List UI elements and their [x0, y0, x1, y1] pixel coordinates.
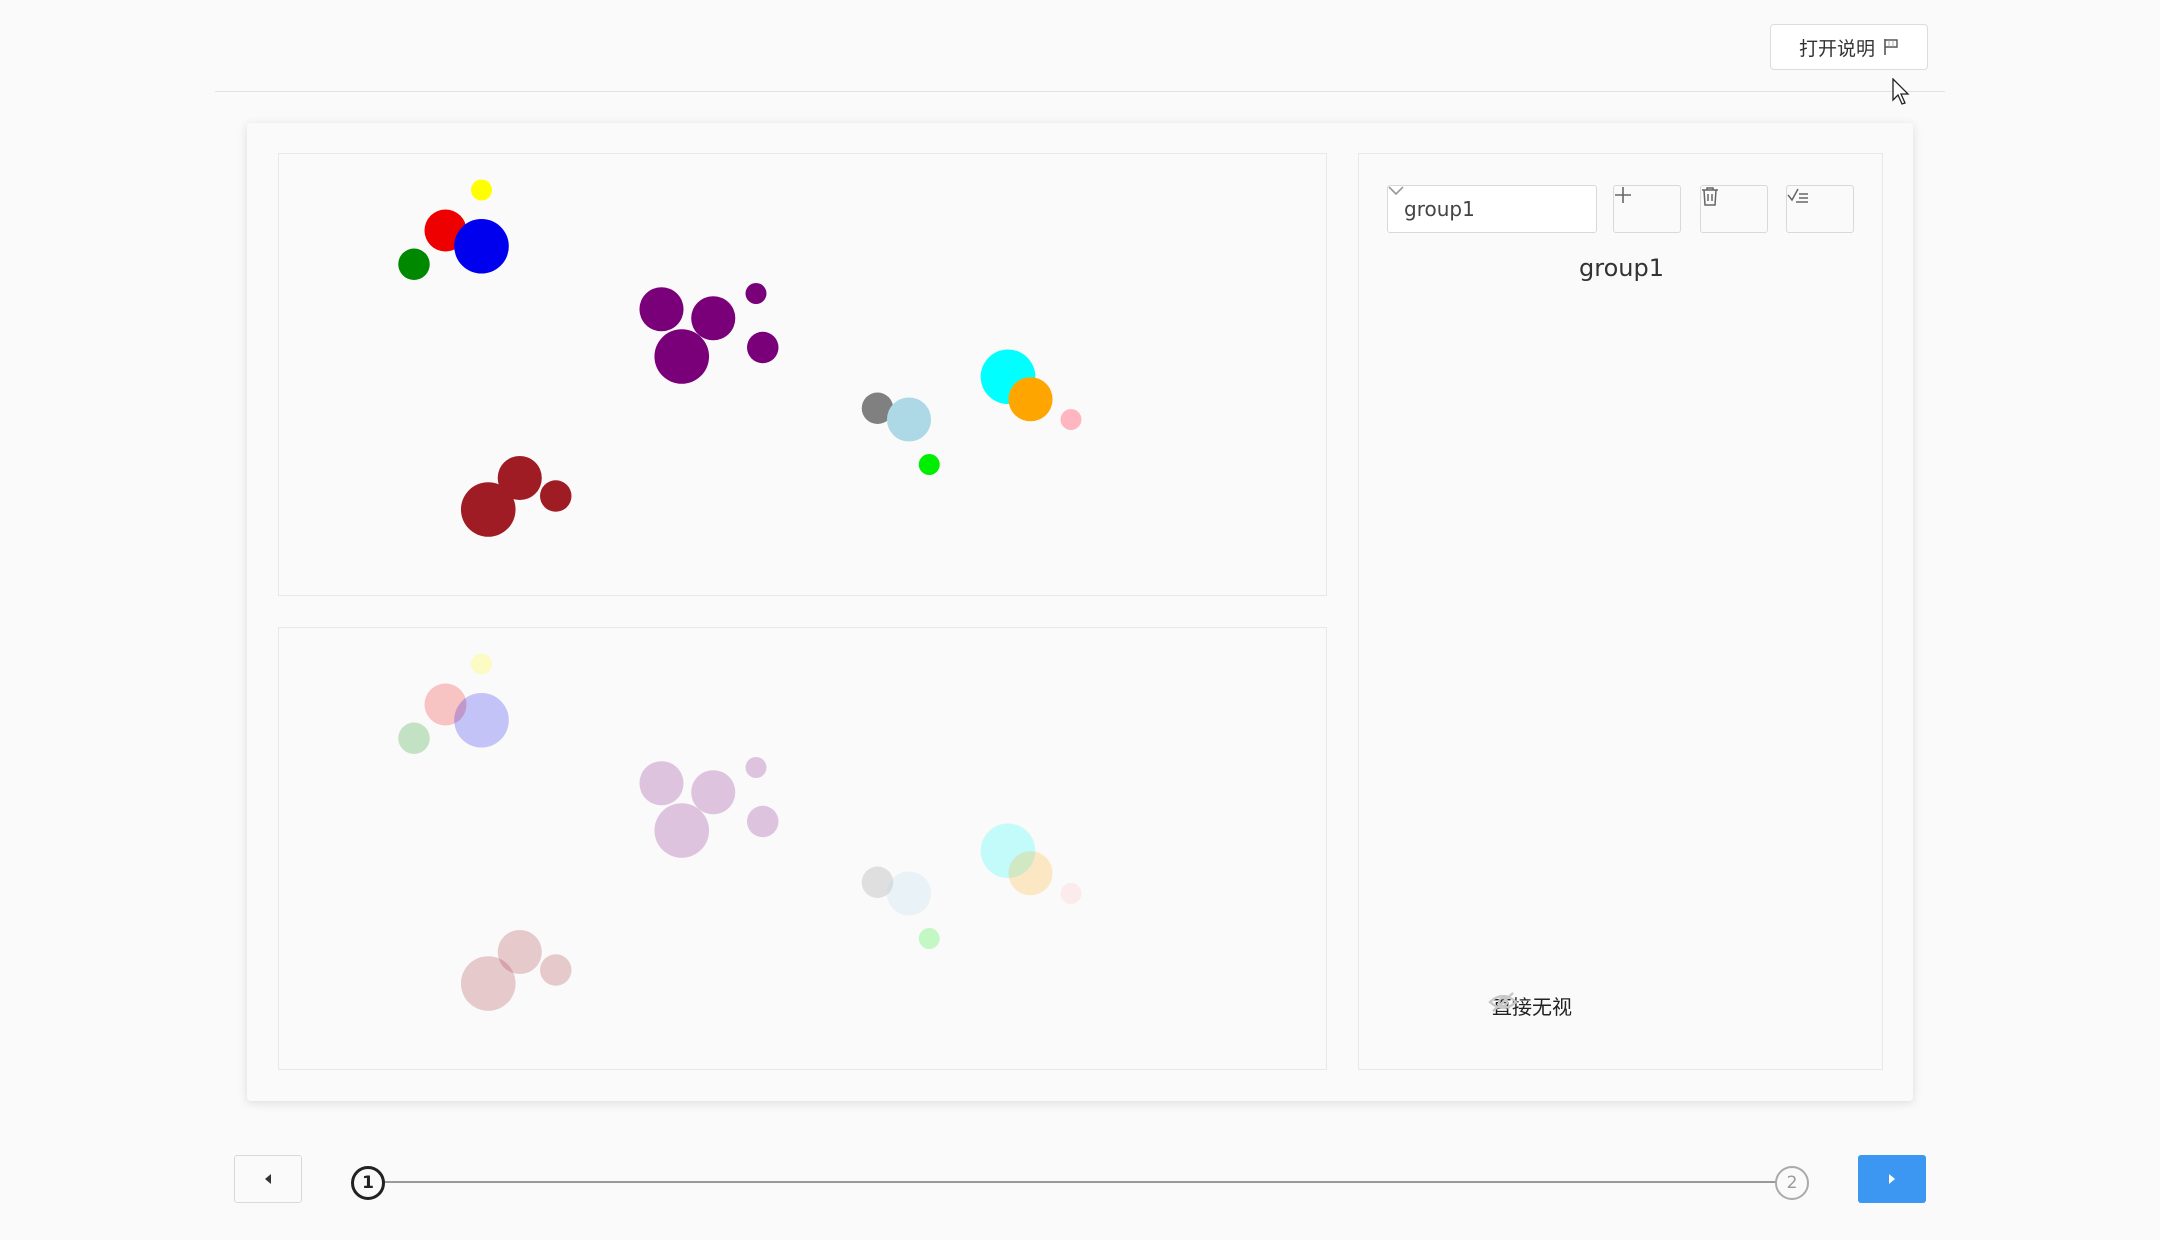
stepper-track: [367, 1181, 1792, 1183]
bubble-purple[interactable]: [745, 283, 767, 304]
top-bar: 打开说明: [0, 0, 2160, 93]
add-group-button[interactable]: [1613, 185, 1681, 233]
step-2-label: 2: [1786, 1173, 1798, 1193]
bubble-blue[interactable]: [454, 692, 509, 748]
eye-off-icon[interactable]: [1488, 990, 1518, 1014]
group-select-value: group1: [1404, 197, 1475, 221]
main-card: group1 group1 直接无视: [247, 123, 1913, 1101]
group-select[interactable]: group1: [1387, 185, 1597, 233]
visibility-selector: 直接无视: [1488, 990, 1572, 1020]
open-instructions-label: 打开说明: [1798, 37, 1875, 60]
plus-icon: [1615, 187, 1631, 203]
flag-icon: [1884, 39, 1898, 55]
trash-icon: [1702, 187, 1718, 206]
bubble-purple[interactable]: [691, 770, 736, 815]
bubble-lightblue[interactable]: [886, 397, 932, 442]
bubble-darkred[interactable]: [540, 480, 572, 512]
bubble-purple[interactable]: [745, 757, 767, 778]
bubble-pink[interactable]: [1060, 409, 1082, 430]
bubble-green[interactable]: [398, 722, 430, 755]
bubble-darkred[interactable]: [540, 954, 572, 986]
header-divider: [215, 91, 1945, 92]
previous-step-button[interactable]: [234, 1155, 302, 1203]
bubble-purple[interactable]: [747, 331, 779, 364]
chevron-down-icon: [1388, 186, 1404, 196]
bubble-darkred[interactable]: [460, 956, 516, 1011]
caret-left-icon: [265, 1174, 271, 1184]
check-list-icon: [1787, 188, 1808, 203]
bubble-purple[interactable]: [691, 296, 736, 341]
next-step-button[interactable]: [1858, 1155, 1926, 1203]
scatter-panel-top[interactable]: [278, 153, 1327, 596]
mouse-cursor-icon: [1892, 78, 1910, 105]
scatter-plot-top[interactable]: [279, 154, 1328, 597]
bubble-yellow[interactable]: [471, 653, 492, 675]
bubble-orange[interactable]: [1008, 851, 1053, 896]
group-side-panel: group1 group1 直接无视: [1358, 153, 1883, 1070]
bubble-purple[interactable]: [654, 803, 710, 858]
bubble-purple[interactable]: [639, 761, 684, 806]
group-title: group1: [1579, 254, 1664, 282]
step-2[interactable]: 2: [1775, 1166, 1809, 1200]
bubble-orange[interactable]: [1008, 377, 1053, 422]
bubble-pink[interactable]: [1060, 883, 1082, 904]
bubble-green[interactable]: [398, 248, 430, 281]
caret-right-icon: [1889, 1174, 1895, 1184]
bubble-blue[interactable]: [454, 218, 509, 274]
step-1-label: 1: [362, 1173, 374, 1193]
bubble-purple[interactable]: [639, 287, 684, 332]
bubble-purple[interactable]: [747, 805, 779, 838]
bubble-lime[interactable]: [918, 928, 940, 949]
bubble-lime[interactable]: [918, 454, 940, 475]
bubble-lightblue[interactable]: [886, 871, 932, 916]
step-1[interactable]: 1: [351, 1166, 385, 1200]
open-instructions-button[interactable]: 打开说明: [1770, 24, 1928, 70]
scatter-panel-bottom[interactable]: [278, 627, 1327, 1070]
bubble-darkred[interactable]: [460, 482, 516, 537]
scatter-plot-bottom[interactable]: [279, 628, 1328, 1071]
bubble-purple[interactable]: [654, 329, 710, 384]
confirm-group-button[interactable]: [1786, 185, 1854, 233]
bubble-yellow[interactable]: [471, 179, 492, 201]
delete-group-button[interactable]: [1700, 185, 1768, 233]
